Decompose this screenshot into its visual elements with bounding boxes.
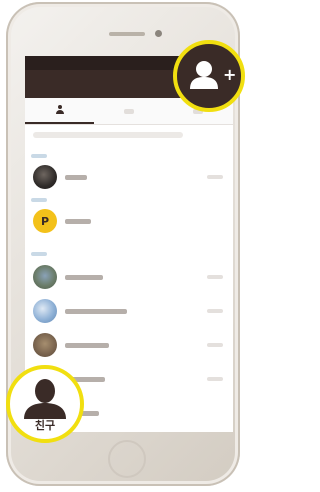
tab-friends[interactable] [25,98,95,124]
friend-status [207,343,223,347]
phone-speaker [109,32,145,36]
avatar [33,265,57,289]
list-item[interactable] [25,260,233,294]
phone-camera [155,30,162,37]
section-header-plus-friend [31,198,47,202]
friend-status [207,275,223,279]
plus-friend-glyph: P [40,214,50,228]
friend-status [207,175,223,179]
search-bar[interactable] [33,132,183,138]
friends-tab-label: 친구 [34,419,56,432]
list-item[interactable] [25,160,233,194]
tab-chats[interactable] [94,98,163,124]
list-item[interactable] [25,294,233,328]
chat-icon [123,108,134,114]
plus-glyph: + [223,65,236,84]
friend-name [65,174,87,180]
avatar [33,165,57,189]
section-header-friends [31,252,47,256]
friends-tab-callout[interactable]: 친구 [6,365,84,443]
section-header-me [31,154,47,158]
home-button[interactable] [108,440,146,478]
plus-friend-avatar: P [33,209,57,233]
list-item[interactable] [25,328,233,362]
friend-status [207,309,223,313]
avatar [33,299,57,323]
person-icon [55,105,65,115]
add-friend-icon: + [190,61,236,89]
list-item[interactable]: P [25,204,233,238]
friend-name [65,308,127,314]
friend-name [65,274,103,280]
avatar [33,333,57,357]
friend-status [207,377,223,381]
friend-name [65,342,109,348]
friend-name [65,218,91,224]
add-friend-button[interactable]: + [173,40,245,112]
